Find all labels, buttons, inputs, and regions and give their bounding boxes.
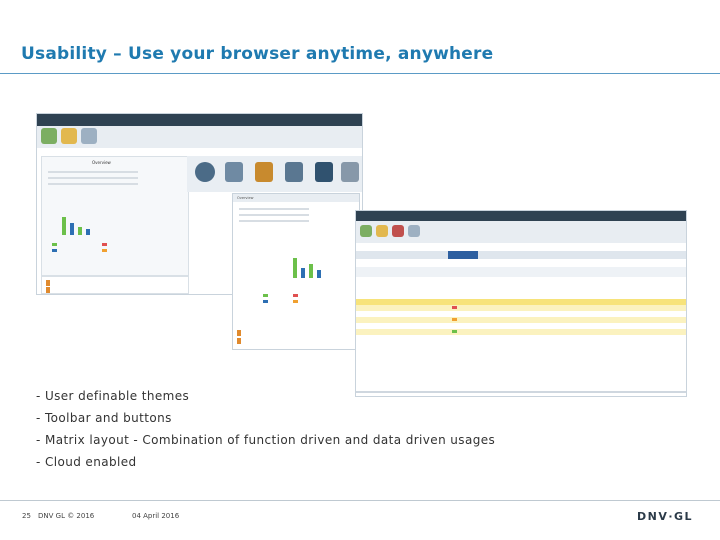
function-toolbar [356,267,686,277]
footer-date: 04 April 2016 [132,512,180,520]
legend-swatch [293,300,298,303]
legend-swatch [263,294,268,297]
slide-title: Usability – Use your browser anytime, an… [21,44,494,64]
overview-icon[interactable] [41,128,57,144]
tab-components-active[interactable] [448,251,478,259]
sitemap-icon[interactable] [285,162,303,182]
status-swatch [452,330,457,333]
form-row [239,214,309,216]
legend-swatch [102,243,107,246]
form-row [239,220,309,222]
app-ribbon [356,221,686,243]
chart-bar [301,268,305,278]
gear-icon[interactable] [195,162,215,182]
screenshot-browser-app-2: Overview [232,193,360,350]
overview-icon[interactable] [360,225,372,237]
bullet-item: - Matrix layout - Combination of functio… [36,433,496,447]
pdf-icon[interactable] [392,225,404,237]
overview-panel: Overview [41,156,189,276]
reports-icon[interactable] [81,128,97,144]
list-panel [41,276,189,294]
page-number: 25 [22,512,31,520]
chart-bar [62,217,66,235]
database-icon[interactable] [225,162,243,182]
title-divider [0,73,720,74]
chart-bar [309,264,313,278]
chart-bar [78,227,82,235]
bullet-item: - Cloud enabled [36,455,137,469]
status-swatch [452,318,457,321]
list-bullet [237,330,241,336]
legend-swatch [293,294,298,297]
chart-bar [86,229,90,235]
settings-icon[interactable] [408,225,420,237]
chart-bar [293,258,297,278]
list-bullet [46,280,50,286]
document-icon[interactable] [255,162,273,182]
home-icon[interactable] [61,128,77,144]
legend-swatch [263,300,268,303]
dnv-gl-logo: DNV·GL [637,510,694,523]
home-icon[interactable] [376,225,388,237]
status-bar [356,391,686,393]
form-row [239,208,309,210]
folder-icon[interactable] [315,162,333,182]
matrix-row[interactable] [356,317,686,323]
legend-swatch [52,249,57,252]
bullet-item: - Toolbar and buttons [36,411,172,425]
chart-bar [70,223,74,235]
form-row [48,177,138,179]
footer-divider [0,500,720,501]
form-row [48,171,138,173]
status-swatch [452,306,457,309]
form-row [48,183,138,185]
screenshot-browser-app-3 [355,210,687,397]
legend-swatch [102,249,107,252]
legend-swatch [52,243,57,246]
overview-panel-title: Overview [237,196,254,200]
list-bullet [237,338,241,344]
chart-bar [317,270,321,278]
app-top-bar [37,114,362,126]
overview-panel-title: Overview [92,160,111,165]
matrix-row[interactable] [356,329,686,335]
matrix-row[interactable] [356,305,686,311]
bullet-item: - User definable themes [36,389,190,403]
tab-strip [356,251,686,259]
people-icon[interactable] [341,162,359,182]
app-top-bar [356,211,686,221]
list-bullet [46,287,50,293]
footer-organization: DNV GL © 2016 [38,512,95,520]
